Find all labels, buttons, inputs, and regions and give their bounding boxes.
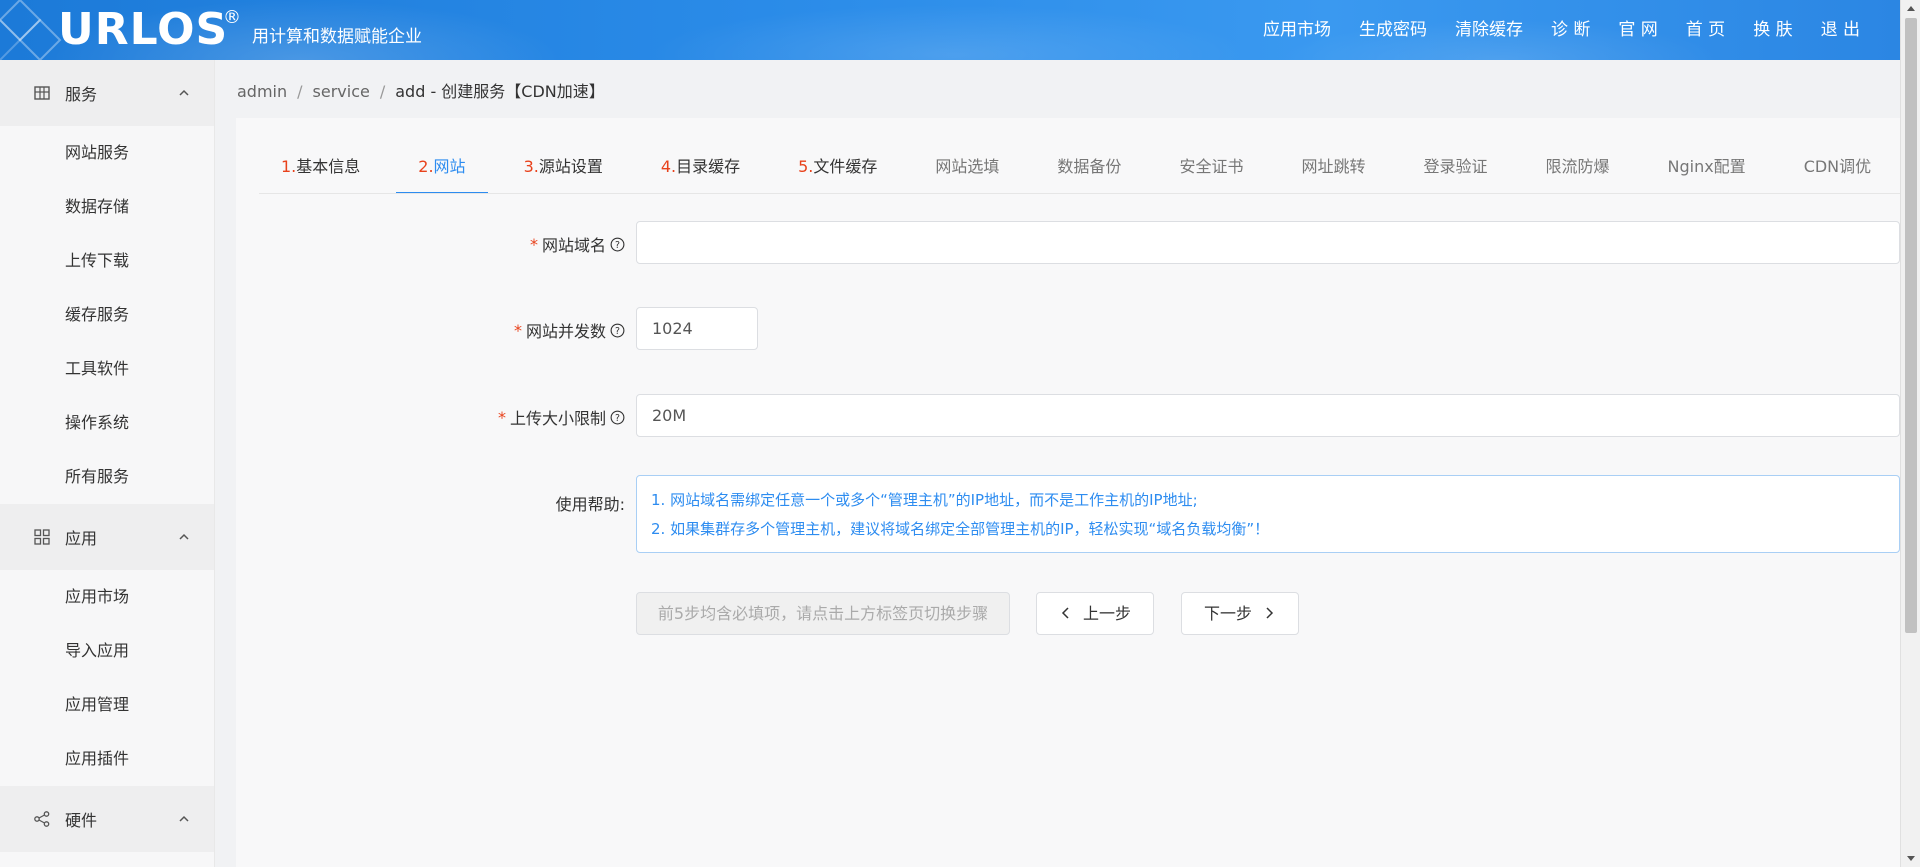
nav-official-site[interactable]: 官 网 (1618, 0, 1657, 60)
required-mark: * (513, 320, 522, 340)
sidebar-group-apps[interactable]: 应用 (0, 504, 214, 570)
scroll-up-arrow-icon[interactable] (1901, 0, 1920, 17)
chevron-up-icon (179, 89, 189, 96)
tab-login-auth[interactable]: 登录验证 (1401, 142, 1509, 193)
nav-diagnose[interactable]: 诊 断 (1551, 0, 1590, 60)
svg-text:?: ? (615, 240, 620, 251)
tab-basic-info[interactable]: 1.基本信息 (259, 142, 382, 193)
required-mark: * (529, 234, 538, 254)
sidebar-group-hardware[interactable]: 硬件 (0, 786, 214, 852)
logo-text: URLOS (58, 4, 229, 55)
required-mark: * (497, 407, 506, 427)
tab-file-cache[interactable]: 5.文件缓存 (776, 142, 899, 193)
sidebar-group-services[interactable]: 服务 (0, 60, 214, 126)
chevron-up-icon (179, 533, 189, 540)
top-nav: 应用市场 生成密码 清除缓存 诊 断 官 网 首 页 换 肤 退 出 (1263, 0, 1900, 60)
logo-registered-mark: ® (223, 7, 241, 28)
prev-step-button[interactable]: 上一步 (1036, 592, 1154, 635)
breadcrumb-separator: / (379, 82, 386, 101)
breadcrumb-separator: / (297, 82, 303, 101)
top-header: URLOS ® 用计算和数据赋能企业 应用市场 生成密码 清除缓存 诊 断 官 … (0, 0, 1900, 60)
tab-data-backup[interactable]: 数据备份 (1035, 142, 1143, 193)
nav-app-market[interactable]: 应用市场 (1263, 0, 1331, 60)
question-circle-icon[interactable]: ? (610, 237, 625, 252)
nav-clear-cache[interactable]: 清除缓存 (1455, 0, 1523, 60)
sidebar-item-website-service[interactable]: 网站服务 (0, 126, 214, 180)
sidebar: 服务 网站服务 数据存储 上传下载 缓存服务 工具软件 操作系统 所有服务 应用… (0, 60, 215, 867)
domain-input[interactable] (636, 221, 1900, 264)
help-line: 2. 如果集群存多个管理主机，建议将域名绑定全部管理主机的IP，轻松实现“域名负… (651, 520, 1270, 538)
svg-text:?: ? (615, 326, 620, 337)
concurrency-input[interactable] (636, 307, 758, 350)
breadcrumb: admin / service / add - 创建服务【CDN加速】 (237, 78, 605, 102)
breadcrumb-item-service[interactable]: service (313, 82, 370, 101)
sidebar-item-app-plugins[interactable]: 应用插件 (0, 732, 214, 786)
breadcrumb-current: add - 创建服务【CDN加速】 (395, 82, 605, 101)
apps-icon (34, 529, 50, 545)
help-line: 1. 网站域名需绑定任意一个或多个“管理主机”的IP地址，而不是工作主机的IP地… (651, 491, 1198, 509)
sidebar-item-os[interactable]: 操作系统 (0, 396, 214, 450)
tab-nginx-config[interactable]: Nginx配置 (1646, 142, 1768, 193)
upload-limit-input[interactable] (636, 394, 1900, 437)
tab-website[interactable]: 2.网站 (396, 142, 488, 193)
steps-hint-button: 前5步均含必填项，请点击上方标签页切换步骤 (636, 592, 1010, 635)
sidebar-item-data-storage[interactable]: 数据存储 (0, 180, 214, 234)
tab-rate-limit[interactable]: 限流防爆 (1523, 142, 1631, 193)
logo-slogan: 用计算和数据赋能企业 (252, 27, 422, 47)
tab-directory-cache[interactable]: 4.目录缓存 (639, 142, 762, 193)
main-card: 1.基本信息 2.网站 3.源站设置 4.目录缓存 5.文件缓存 网站选填 数据… (236, 118, 1900, 867)
sidebar-item-all-services[interactable]: 所有服务 (0, 450, 214, 504)
nav-generate-password[interactable]: 生成密码 (1359, 0, 1427, 60)
chevron-up-icon (179, 815, 189, 822)
tab-website-optional[interactable]: 网站选填 (913, 142, 1021, 193)
question-circle-icon[interactable]: ? (610, 410, 625, 425)
tab-cdn-tuning[interactable]: CDN调优 (1782, 142, 1893, 193)
nav-skin[interactable]: 换 肤 (1753, 0, 1792, 60)
sidebar-item-upload-download[interactable]: 上传下载 (0, 234, 214, 288)
tab-ssl-cert[interactable]: 安全证书 (1157, 142, 1265, 193)
scrollbar-thumb[interactable] (1905, 18, 1917, 633)
logo[interactable]: URLOS ® 用计算和数据赋能企业 (0, 0, 430, 60)
next-step-button[interactable]: 下一步 (1181, 592, 1299, 635)
help-label: 使用帮助: (555, 495, 625, 514)
tab-origin-settings[interactable]: 3.源站设置 (502, 142, 625, 193)
sidebar-item-app-manage[interactable]: 应用管理 (0, 678, 214, 732)
sidebar-item-cache-service[interactable]: 缓存服务 (0, 288, 214, 342)
sidebar-item-app-market[interactable]: 应用市场 (0, 570, 214, 624)
domain-label: * 网站域名 ? (530, 232, 625, 256)
grid-box-icon (34, 86, 50, 100)
nav-home[interactable]: 首 页 (1686, 0, 1725, 60)
sidebar-group-label: 硬件 (65, 811, 98, 830)
question-circle-icon[interactable]: ? (610, 323, 625, 338)
sidebar-item-tools[interactable]: 工具软件 (0, 342, 214, 396)
sidebar-group-label: 服务 (65, 85, 98, 104)
chevron-right-icon (1266, 607, 1274, 619)
chevron-left-icon (1061, 607, 1069, 619)
concurrency-label: * 网站并发数 ? (514, 318, 625, 342)
tab-url-redirect[interactable]: 网址跳转 (1279, 142, 1387, 193)
sidebar-item-import-app[interactable]: 导入应用 (0, 624, 214, 678)
share-nodes-icon (34, 811, 50, 827)
step-tabs: 1.基本信息 2.网站 3.源站设置 4.目录缓存 5.文件缓存 网站选填 数据… (259, 142, 1900, 194)
upload-limit-label: * 上传大小限制 ? (498, 405, 625, 429)
sidebar-group-label: 应用 (65, 529, 98, 548)
scroll-down-arrow-icon[interactable] (1901, 850, 1920, 867)
help-box: 1. 网站域名需绑定任意一个或多个“管理主机”的IP地址，而不是工作主机的IP地… (636, 475, 1900, 553)
page-scrollbar[interactable] (1900, 0, 1920, 867)
svg-text:?: ? (615, 413, 620, 424)
nav-logout[interactable]: 退 出 (1821, 0, 1860, 60)
breadcrumb-item-admin[interactable]: admin (237, 82, 287, 101)
